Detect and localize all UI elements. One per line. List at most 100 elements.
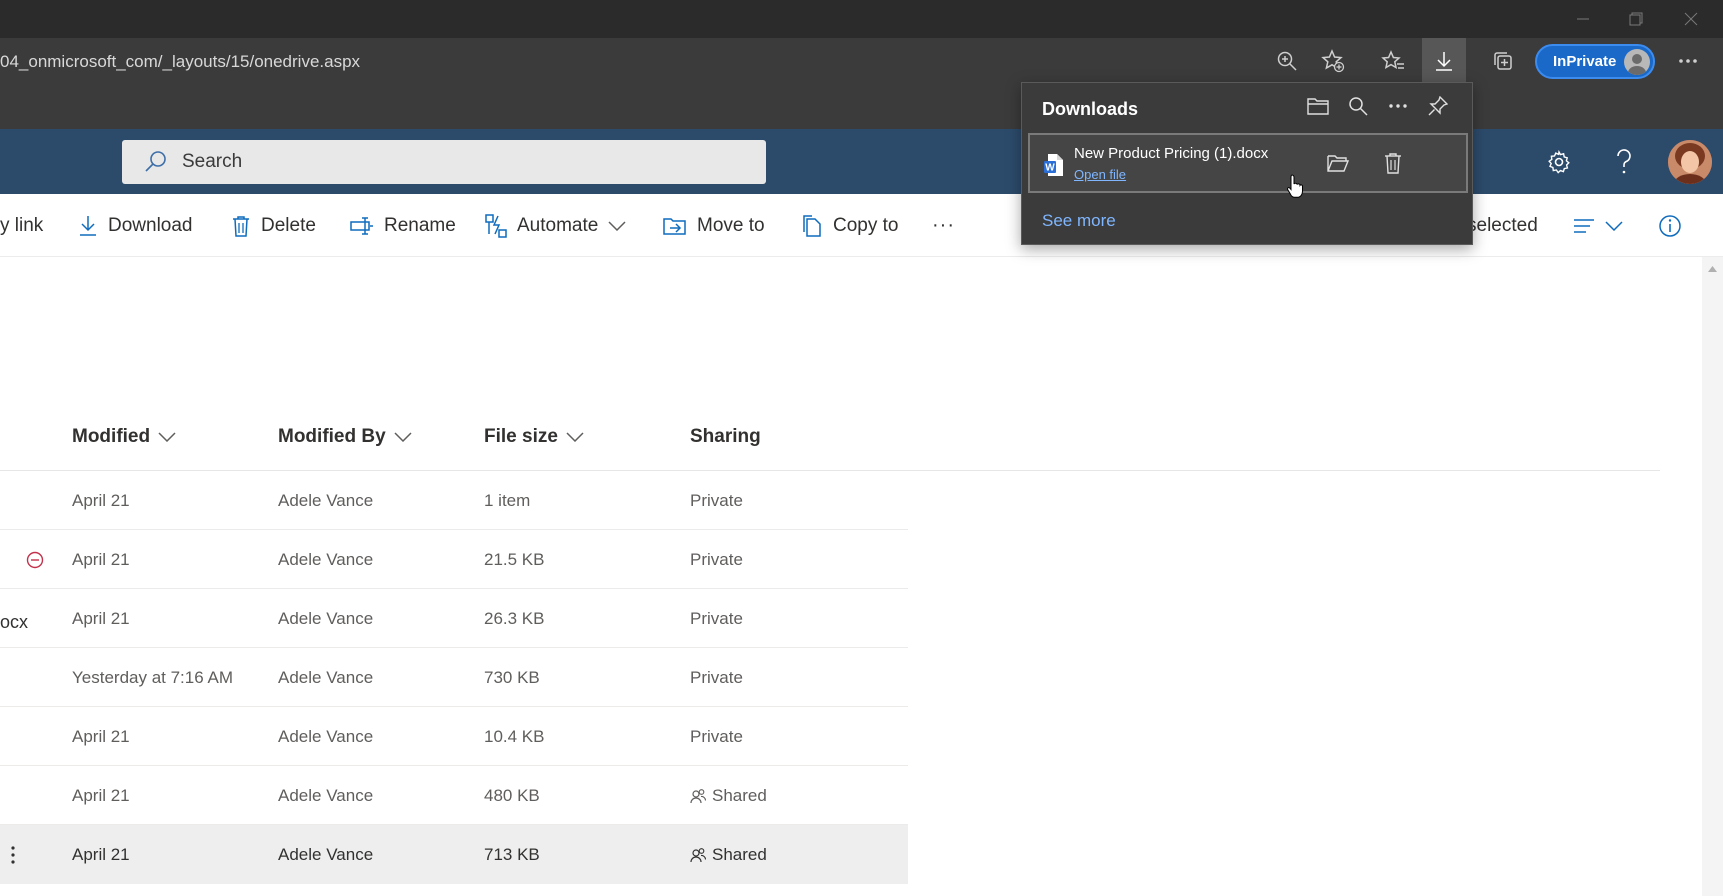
- word-doc-icon: W: [1044, 153, 1064, 177]
- cell-sharing[interactable]: Private: [690, 589, 743, 648]
- show-in-folder-button[interactable]: [1318, 135, 1358, 191]
- trash-icon: [233, 215, 249, 237]
- help-button[interactable]: [1599, 129, 1649, 194]
- more-horizontal-icon: [1389, 104, 1407, 108]
- cell-sharing[interactable]: Private: [690, 648, 743, 707]
- url-field[interactable]: 04_onmicrosoft_com/_layouts/15/onedrive.…: [0, 52, 360, 72]
- move-to-button[interactable]: Move to: [663, 194, 765, 257]
- inprivate-button[interactable]: InPrivate: [1535, 44, 1655, 79]
- chevron-down-icon: [1605, 220, 1623, 231]
- table-row[interactable]: April 21 Adele Vance 21.5 KB Private: [0, 530, 908, 589]
- download-icon: [1436, 52, 1452, 71]
- inprivate-label: InPrivate: [1553, 53, 1617, 70]
- cell-modified-by[interactable]: Adele Vance: [278, 648, 373, 707]
- copy-link-button[interactable]: y link: [0, 194, 43, 257]
- cell-modified-by[interactable]: Adele Vance: [278, 766, 373, 825]
- cell-modified: April 21: [72, 785, 130, 805]
- zoom-button[interactable]: [1265, 38, 1309, 84]
- cell-modified-by[interactable]: Adele Vance: [278, 471, 373, 530]
- title-bar: [0, 0, 1723, 38]
- cell-modified-by[interactable]: Adele Vance: [278, 530, 373, 589]
- table-row[interactable]: Yesterday at 7:16 AM Adele Vance 730 KB …: [0, 648, 908, 707]
- cell-file-size: 10.4 KB: [484, 726, 545, 746]
- cell-modified: Yesterday at 7:16 AM: [72, 667, 233, 687]
- add-favorite-button[interactable]: [1311, 38, 1355, 84]
- view-options-button[interactable]: [1573, 194, 1633, 257]
- minimize-button[interactable]: [1556, 0, 1610, 38]
- chevron-down-icon: [158, 432, 176, 442]
- help-icon: [1617, 148, 1631, 173]
- cell-sharing[interactable]: Private: [690, 530, 743, 589]
- trash-icon: [1385, 153, 1401, 174]
- word-file-icon: W: [1044, 154, 1063, 176]
- column-header-modified-by[interactable]: Modified By: [278, 426, 412, 448]
- cell-modified-by[interactable]: Adele Vance: [278, 589, 373, 648]
- download-button[interactable]: Download: [78, 194, 193, 257]
- vertical-scrollbar[interactable]: [1702, 257, 1723, 896]
- settings-button[interactable]: [1534, 129, 1584, 194]
- list-view-icon: [1574, 218, 1594, 233]
- browser-window: 04_onmicrosoft_com/_layouts/15/onedrive.…: [0, 0, 1723, 896]
- table-row-selected[interactable]: April 21 Adele Vance 713 KB Shared: [0, 825, 908, 884]
- download-item[interactable]: W New Product Pricing (1).docx Open file: [1028, 133, 1468, 193]
- cell-sharing[interactable]: Shared: [690, 825, 767, 884]
- cell-file-size: 21.5 KB: [484, 549, 545, 569]
- open-downloads-folder-button[interactable]: [1299, 91, 1337, 121]
- copy-to-button[interactable]: Copy to: [801, 194, 898, 257]
- see-more-link[interactable]: See more: [1042, 211, 1116, 231]
- blocked-circle-icon: [26, 551, 44, 568]
- copy-link-label: y link: [0, 214, 44, 236]
- table-row[interactable]: April 21 Adele Vance 10.4 KB Private: [0, 707, 908, 766]
- column-header-file-size[interactable]: File size: [484, 426, 584, 448]
- search-icon: [1349, 97, 1368, 116]
- folder-open-icon: [1327, 155, 1349, 172]
- open-file-link[interactable]: Open file: [1074, 167, 1126, 182]
- cell-modified-by[interactable]: Adele Vance: [278, 825, 373, 884]
- gear-icon: [1548, 149, 1570, 174]
- star-add-icon: [1321, 49, 1345, 73]
- details-pane-button[interactable]: [1658, 194, 1692, 257]
- collections-button[interactable]: [1481, 38, 1525, 84]
- cell-sharing[interactable]: Private: [690, 707, 743, 766]
- search-icon: [145, 151, 166, 172]
- row-more-button[interactable]: [10, 825, 22, 884]
- restore-button[interactable]: [1609, 0, 1663, 38]
- downloads-button[interactable]: [1422, 38, 1466, 84]
- rename-button[interactable]: Rename: [350, 194, 456, 257]
- copy-to-label: Copy to: [833, 214, 899, 236]
- profile-avatar[interactable]: [1668, 140, 1712, 184]
- more-commands-button[interactable]: ···: [932, 194, 955, 257]
- cell-modified: April 21: [72, 490, 130, 510]
- delete-button[interactable]: Delete: [231, 194, 316, 257]
- close-window-button[interactable]: [1664, 0, 1718, 38]
- search-box[interactable]: Search: [122, 140, 766, 184]
- shared-people-icon: [690, 847, 706, 862]
- column-header-sharing[interactable]: Sharing: [690, 426, 761, 448]
- cell-modified-by[interactable]: Adele Vance: [278, 707, 373, 766]
- collections-icon: [1494, 52, 1512, 70]
- table-row[interactable]: April 21 Adele Vance 480 KB Shared: [0, 766, 908, 825]
- column-header-modified[interactable]: Modified: [72, 426, 176, 448]
- download-filename: New Product Pricing (1).docx: [1074, 145, 1269, 162]
- column-modified-by-label: Modified By: [278, 426, 386, 447]
- info-icon: [1659, 214, 1681, 237]
- chevron-down-icon: [566, 432, 584, 442]
- column-file-size-label: File size: [484, 426, 558, 447]
- chevron-down-icon: [608, 220, 626, 231]
- pin-icon: [1428, 96, 1448, 116]
- cell-modified: April 21: [72, 549, 130, 569]
- cell-name-fragment[interactable]: ocx: [0, 593, 28, 652]
- cell-sharing[interactable]: Private: [690, 471, 743, 530]
- table-row[interactable]: April 21 Adele Vance 1 item Private: [0, 471, 908, 530]
- automate-button[interactable]: Automate: [485, 194, 636, 257]
- downloads-more-options-button[interactable]: [1379, 91, 1417, 121]
- download-label: Download: [108, 214, 193, 236]
- close-icon: [1684, 12, 1698, 26]
- settings-more-button[interactable]: [1666, 38, 1710, 84]
- cell-sharing[interactable]: Shared: [690, 766, 767, 825]
- pin-downloads-button[interactable]: [1419, 91, 1457, 121]
- table-row[interactable]: ocx April 21 Adele Vance 26.3 KB Private: [0, 589, 908, 648]
- favorites-button[interactable]: [1371, 38, 1415, 84]
- delete-download-button[interactable]: [1373, 135, 1413, 191]
- search-downloads-button[interactable]: [1339, 91, 1377, 121]
